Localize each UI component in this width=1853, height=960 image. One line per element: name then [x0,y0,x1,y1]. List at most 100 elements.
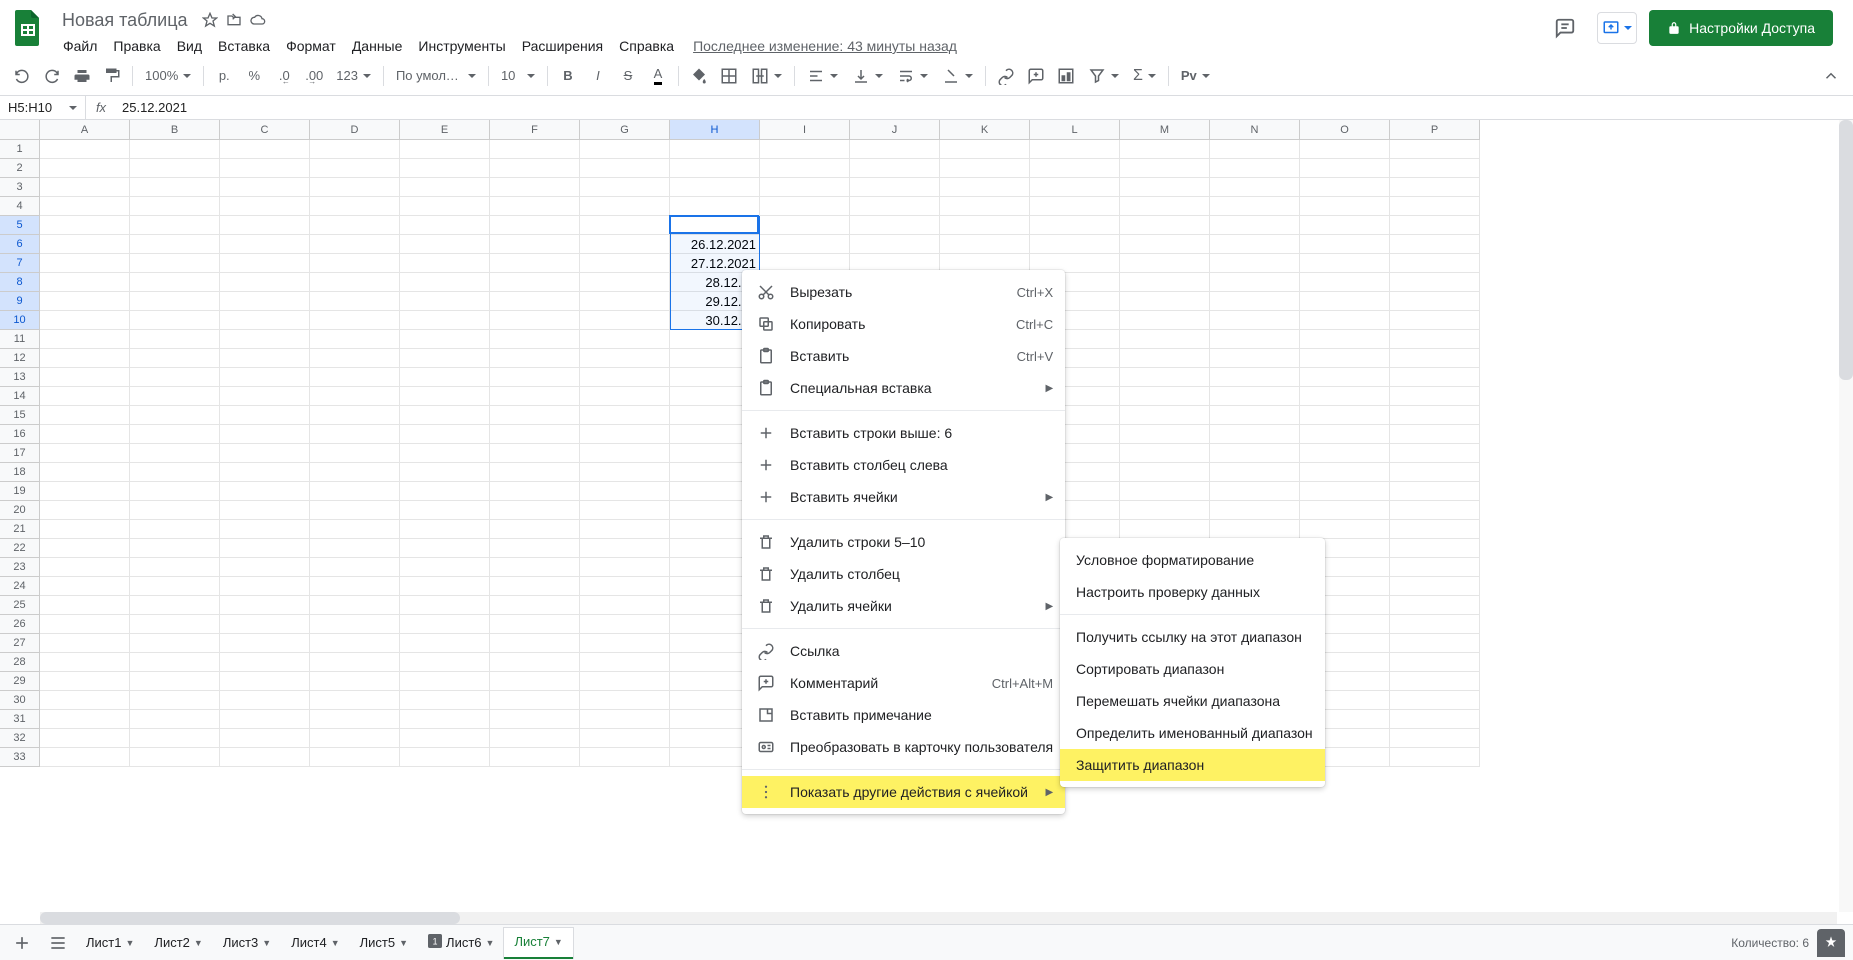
cell-B30[interactable] [130,691,220,710]
cell-J3[interactable] [850,178,940,197]
cell-N7[interactable] [1210,254,1300,273]
cell-P33[interactable] [1390,748,1480,767]
cell-A27[interactable] [40,634,130,653]
cell-E8[interactable] [400,273,490,292]
cell-F1[interactable] [490,140,580,159]
cell-M4[interactable] [1120,197,1210,216]
font-size-dropdown[interactable]: 10 [495,63,541,89]
cell-C20[interactable] [220,501,310,520]
filter-button[interactable] [1082,63,1125,89]
comments-button[interactable] [1545,8,1585,48]
cell-E5[interactable] [400,216,490,235]
cell-F25[interactable] [490,596,580,615]
cell-D2[interactable] [310,159,400,178]
cell-E33[interactable] [400,748,490,767]
cell-C1[interactable] [220,140,310,159]
cell-K5[interactable] [940,216,1030,235]
row-header-6[interactable]: 6 [0,235,40,254]
cell-M13[interactable] [1120,368,1210,387]
cell-D20[interactable] [310,501,400,520]
cell-A4[interactable] [40,197,130,216]
row-header-7[interactable]: 7 [0,254,40,273]
cell-O6[interactable] [1300,235,1390,254]
cell-C7[interactable] [220,254,310,273]
cell-I5[interactable] [760,216,850,235]
vertical-scrollbar[interactable] [1839,120,1853,912]
ctx-subitem[interactable]: Определить именованный диапазон [1060,717,1325,749]
cell-F22[interactable] [490,539,580,558]
print-button[interactable] [68,62,96,90]
insert-link-button[interactable] [992,62,1020,90]
cell-D33[interactable] [310,748,400,767]
cell-I4[interactable] [760,197,850,216]
cell-E13[interactable] [400,368,490,387]
cell-D8[interactable] [310,273,400,292]
cell-P16[interactable] [1390,425,1480,444]
cell-A31[interactable] [40,710,130,729]
cell-L4[interactable] [1030,197,1120,216]
cell-P12[interactable] [1390,349,1480,368]
cell-N15[interactable] [1210,406,1300,425]
row-header-8[interactable]: 8 [0,273,40,292]
cell-J2[interactable] [850,159,940,178]
row-header-10[interactable]: 10 [0,311,40,330]
cell-N14[interactable] [1210,387,1300,406]
ctx-item[interactable]: Вставить ячейки▶ [742,481,1065,513]
cell-E32[interactable] [400,729,490,748]
insert-chart-button[interactable] [1052,62,1080,90]
col-header-O[interactable]: O [1300,120,1390,139]
cell-D7[interactable] [310,254,400,273]
cell-E24[interactable] [400,577,490,596]
cell-A20[interactable] [40,501,130,520]
cell-G17[interactable] [580,444,670,463]
row-header-24[interactable]: 24 [0,577,40,596]
cell-K2[interactable] [940,159,1030,178]
ctx-item[interactable]: КопироватьCtrl+C [742,308,1065,340]
cell-F29[interactable] [490,672,580,691]
cell-C32[interactable] [220,729,310,748]
cell-C19[interactable] [220,482,310,501]
cell-B29[interactable] [130,672,220,691]
cell-E23[interactable] [400,558,490,577]
ctx-subitem[interactable]: Перемешать ячейки диапазона [1060,685,1325,717]
cell-P17[interactable] [1390,444,1480,463]
cell-B14[interactable] [130,387,220,406]
cell-P11[interactable] [1390,330,1480,349]
cell-N9[interactable] [1210,292,1300,311]
cell-C25[interactable] [220,596,310,615]
cell-I3[interactable] [760,178,850,197]
increase-decimal-button[interactable]: .00→ [300,62,328,90]
cell-E9[interactable] [400,292,490,311]
menu-Вставка[interactable]: Вставка [211,34,277,58]
cell-M11[interactable] [1120,330,1210,349]
cell-F4[interactable] [490,197,580,216]
cell-B4[interactable] [130,197,220,216]
cell-C9[interactable] [220,292,310,311]
cell-M18[interactable] [1120,463,1210,482]
cell-F12[interactable] [490,349,580,368]
cell-F28[interactable] [490,653,580,672]
cell-B6[interactable] [130,235,220,254]
row-header-28[interactable]: 28 [0,653,40,672]
ctx-subitem[interactable]: Получить ссылку на этот диапазон [1060,621,1325,653]
cell-O11[interactable] [1300,330,1390,349]
cell-G7[interactable] [580,254,670,273]
undo-button[interactable] [8,62,36,90]
row-header-3[interactable]: 3 [0,178,40,197]
cell-B2[interactable] [130,159,220,178]
cell-A26[interactable] [40,615,130,634]
cell-M6[interactable] [1120,235,1210,254]
cell-D30[interactable] [310,691,400,710]
cell-B31[interactable] [130,710,220,729]
col-header-N[interactable]: N [1210,120,1300,139]
cell-D14[interactable] [310,387,400,406]
cell-M2[interactable] [1120,159,1210,178]
ctx-subitem[interactable]: Настроить проверку данных [1060,576,1325,608]
cell-O10[interactable] [1300,311,1390,330]
cell-B11[interactable] [130,330,220,349]
row-header-12[interactable]: 12 [0,349,40,368]
cell-G32[interactable] [580,729,670,748]
cell-A3[interactable] [40,178,130,197]
insert-comment-button[interactable] [1022,62,1050,90]
col-header-B[interactable]: B [130,120,220,139]
